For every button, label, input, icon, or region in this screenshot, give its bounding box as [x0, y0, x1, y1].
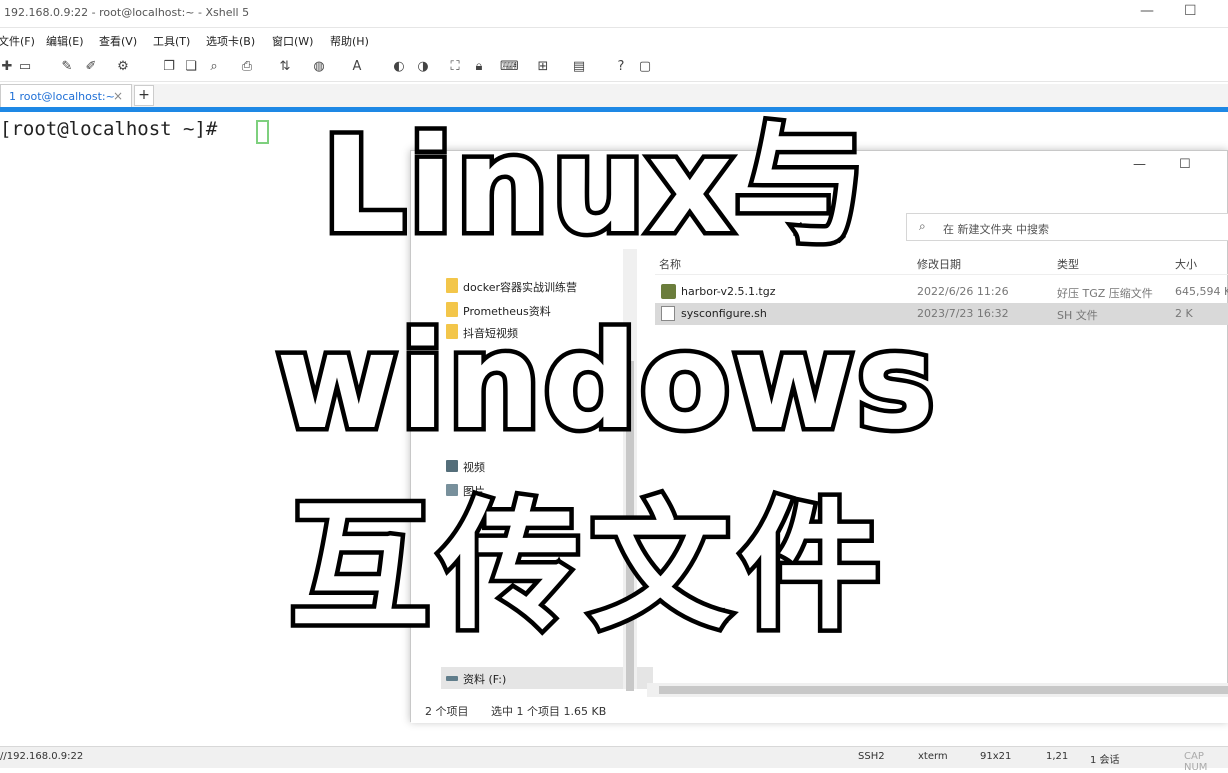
- file-row[interactable]: harbor-v2.5.1.tgz 2022/6/26 11:26 好压 TGZ…: [655, 281, 1228, 303]
- item-count: 2 个项目: [425, 705, 469, 718]
- status-size: 91x21: [980, 751, 1012, 762]
- fullscreen-icon[interactable]: ⛶: [446, 58, 464, 76]
- video-icon: [446, 460, 458, 472]
- find-icon[interactable]: ⌕: [205, 58, 223, 76]
- maximize-button[interactable]: ☐: [1184, 3, 1197, 19]
- file-modified: 2022/6/26 11:26: [917, 285, 1009, 298]
- file-type: SH 文件: [1057, 309, 1098, 322]
- properties-icon[interactable]: ⚙: [114, 58, 132, 76]
- menu-tabs[interactable]: 选项卡(B): [206, 33, 255, 49]
- nav-item[interactable]: docker容器实战训练营: [441, 275, 653, 297]
- archive-icon: [661, 284, 676, 299]
- connect-icon[interactable]: ✎: [58, 58, 76, 76]
- menu-help[interactable]: 帮助(H): [330, 33, 369, 49]
- folder-icon: [446, 278, 458, 293]
- column-size[interactable]: 大小: [1175, 256, 1197, 272]
- file-size: 645,594 K: [1175, 285, 1228, 298]
- minimize-button[interactable]: —: [1140, 3, 1154, 19]
- menu-file[interactable]: 文件(F): [0, 33, 35, 49]
- tab-bar: 1 root@localhost:~ × +: [0, 84, 1228, 108]
- tab-label: 1 root@localhost:~: [9, 90, 115, 103]
- menu-window[interactable]: 窗口(W): [272, 33, 313, 49]
- menu-edit[interactable]: 编辑(E): [46, 33, 84, 49]
- menu-bar: 文件(F) 编辑(E) 查看(V) 工具(T) 选项卡(B) 窗口(W) 帮助(…: [0, 28, 1228, 52]
- shell-prompt: [root@localhost ~]#: [0, 118, 218, 140]
- add-tab-button[interactable]: +: [134, 85, 154, 106]
- overlay-title-line1: Linux与: [317, 109, 870, 263]
- nav-item-label: 视频: [463, 461, 485, 474]
- status-sessions: 1 会话: [1090, 755, 1120, 766]
- status-term: xterm: [918, 751, 948, 762]
- title-bar: 192.168.0.9:22 - root@localhost:~ - Xshe…: [0, 0, 1228, 28]
- explorer-status-bar: 2 个项目 选中 1 个项目 1.65 KB: [411, 697, 1228, 723]
- globe-icon[interactable]: ◍: [310, 58, 328, 76]
- file-name: harbor-v2.5.1.tgz: [681, 285, 776, 298]
- nav-item-label: 资料 (F:): [463, 673, 507, 686]
- keyboard-icon[interactable]: ⌨: [500, 58, 519, 76]
- overlay-title-line2: windows: [272, 305, 940, 459]
- column-modified[interactable]: 修改日期: [917, 256, 961, 272]
- close-icon[interactable]: ×: [113, 89, 123, 103]
- status-bar: //192.168.0.9:22 SSH2 xterm 91x21 1,21 1…: [0, 746, 1228, 773]
- search-placeholder: 在 新建文件夹 中搜索: [943, 223, 1049, 236]
- text-cursor: [256, 120, 269, 144]
- chat-icon[interactable]: ▢: [636, 58, 654, 76]
- drive-icon: [446, 676, 458, 681]
- overlay-title-line3: 互传文件: [285, 486, 891, 649]
- copy-icon[interactable]: ❐: [160, 58, 178, 76]
- status-address: //192.168.0.9:22: [0, 751, 84, 762]
- open-folder-icon[interactable]: ▭: [16, 58, 34, 76]
- nav-item-label: docker容器实战训练营: [463, 281, 578, 294]
- selection-info: 选中 1 个项目 1.65 KB: [491, 705, 607, 718]
- status-protocol: SSH2: [858, 751, 885, 762]
- disconnect-icon[interactable]: ✐: [82, 58, 100, 76]
- help-icon[interactable]: ?: [612, 58, 630, 76]
- layout-icon[interactable]: ▤: [570, 58, 588, 76]
- lock-icon[interactable]: 🔒︎: [470, 58, 488, 76]
- window-title: 192.168.0.9:22 - root@localhost:~ - Xshe…: [4, 6, 250, 19]
- toolbar: ✚ ▭ ✎ ✐ ⚙ ❐ ❏ ⌕ ⎙ ⇅ ◍ A ◐ ◑ ⛶ 🔒︎ ⌨ ⊞ ▤ ?…: [0, 52, 1228, 82]
- print-icon[interactable]: ⎙: [238, 58, 256, 76]
- paste-icon[interactable]: ❏: [182, 58, 200, 76]
- tab-session[interactable]: 1 root@localhost:~ ×: [0, 84, 132, 108]
- new-session-icon[interactable]: ✚: [0, 58, 16, 76]
- xmanager-icon[interactable]: ◑: [414, 58, 432, 76]
- add-tab-icon[interactable]: ⊞: [534, 58, 552, 76]
- xftp-icon[interactable]: ◐: [390, 58, 408, 76]
- status-caps: CAP NUM: [1184, 751, 1208, 773]
- explorer-minimize-button[interactable]: —: [1133, 157, 1146, 172]
- menu-view[interactable]: 查看(V): [99, 33, 137, 49]
- file-size: 2 K: [1175, 307, 1193, 320]
- transfer-icon[interactable]: ⇅: [276, 58, 294, 76]
- file-type: 好压 TGZ 压缩文件: [1057, 287, 1153, 300]
- menu-tools[interactable]: 工具(T): [153, 33, 190, 49]
- explorer-maximize-button[interactable]: ☐: [1179, 157, 1191, 172]
- font-icon[interactable]: A: [348, 58, 366, 76]
- horizontal-scrollbar-thumb[interactable]: [659, 686, 1228, 694]
- nav-item[interactable]: 资料 (F:): [441, 667, 653, 689]
- status-cursor-pos: 1,21: [1046, 751, 1069, 762]
- search-input[interactable]: ⌕ 在 新建文件夹 中搜索: [906, 213, 1228, 241]
- column-type[interactable]: 类型: [1057, 256, 1079, 272]
- search-icon: ⌕: [919, 219, 926, 233]
